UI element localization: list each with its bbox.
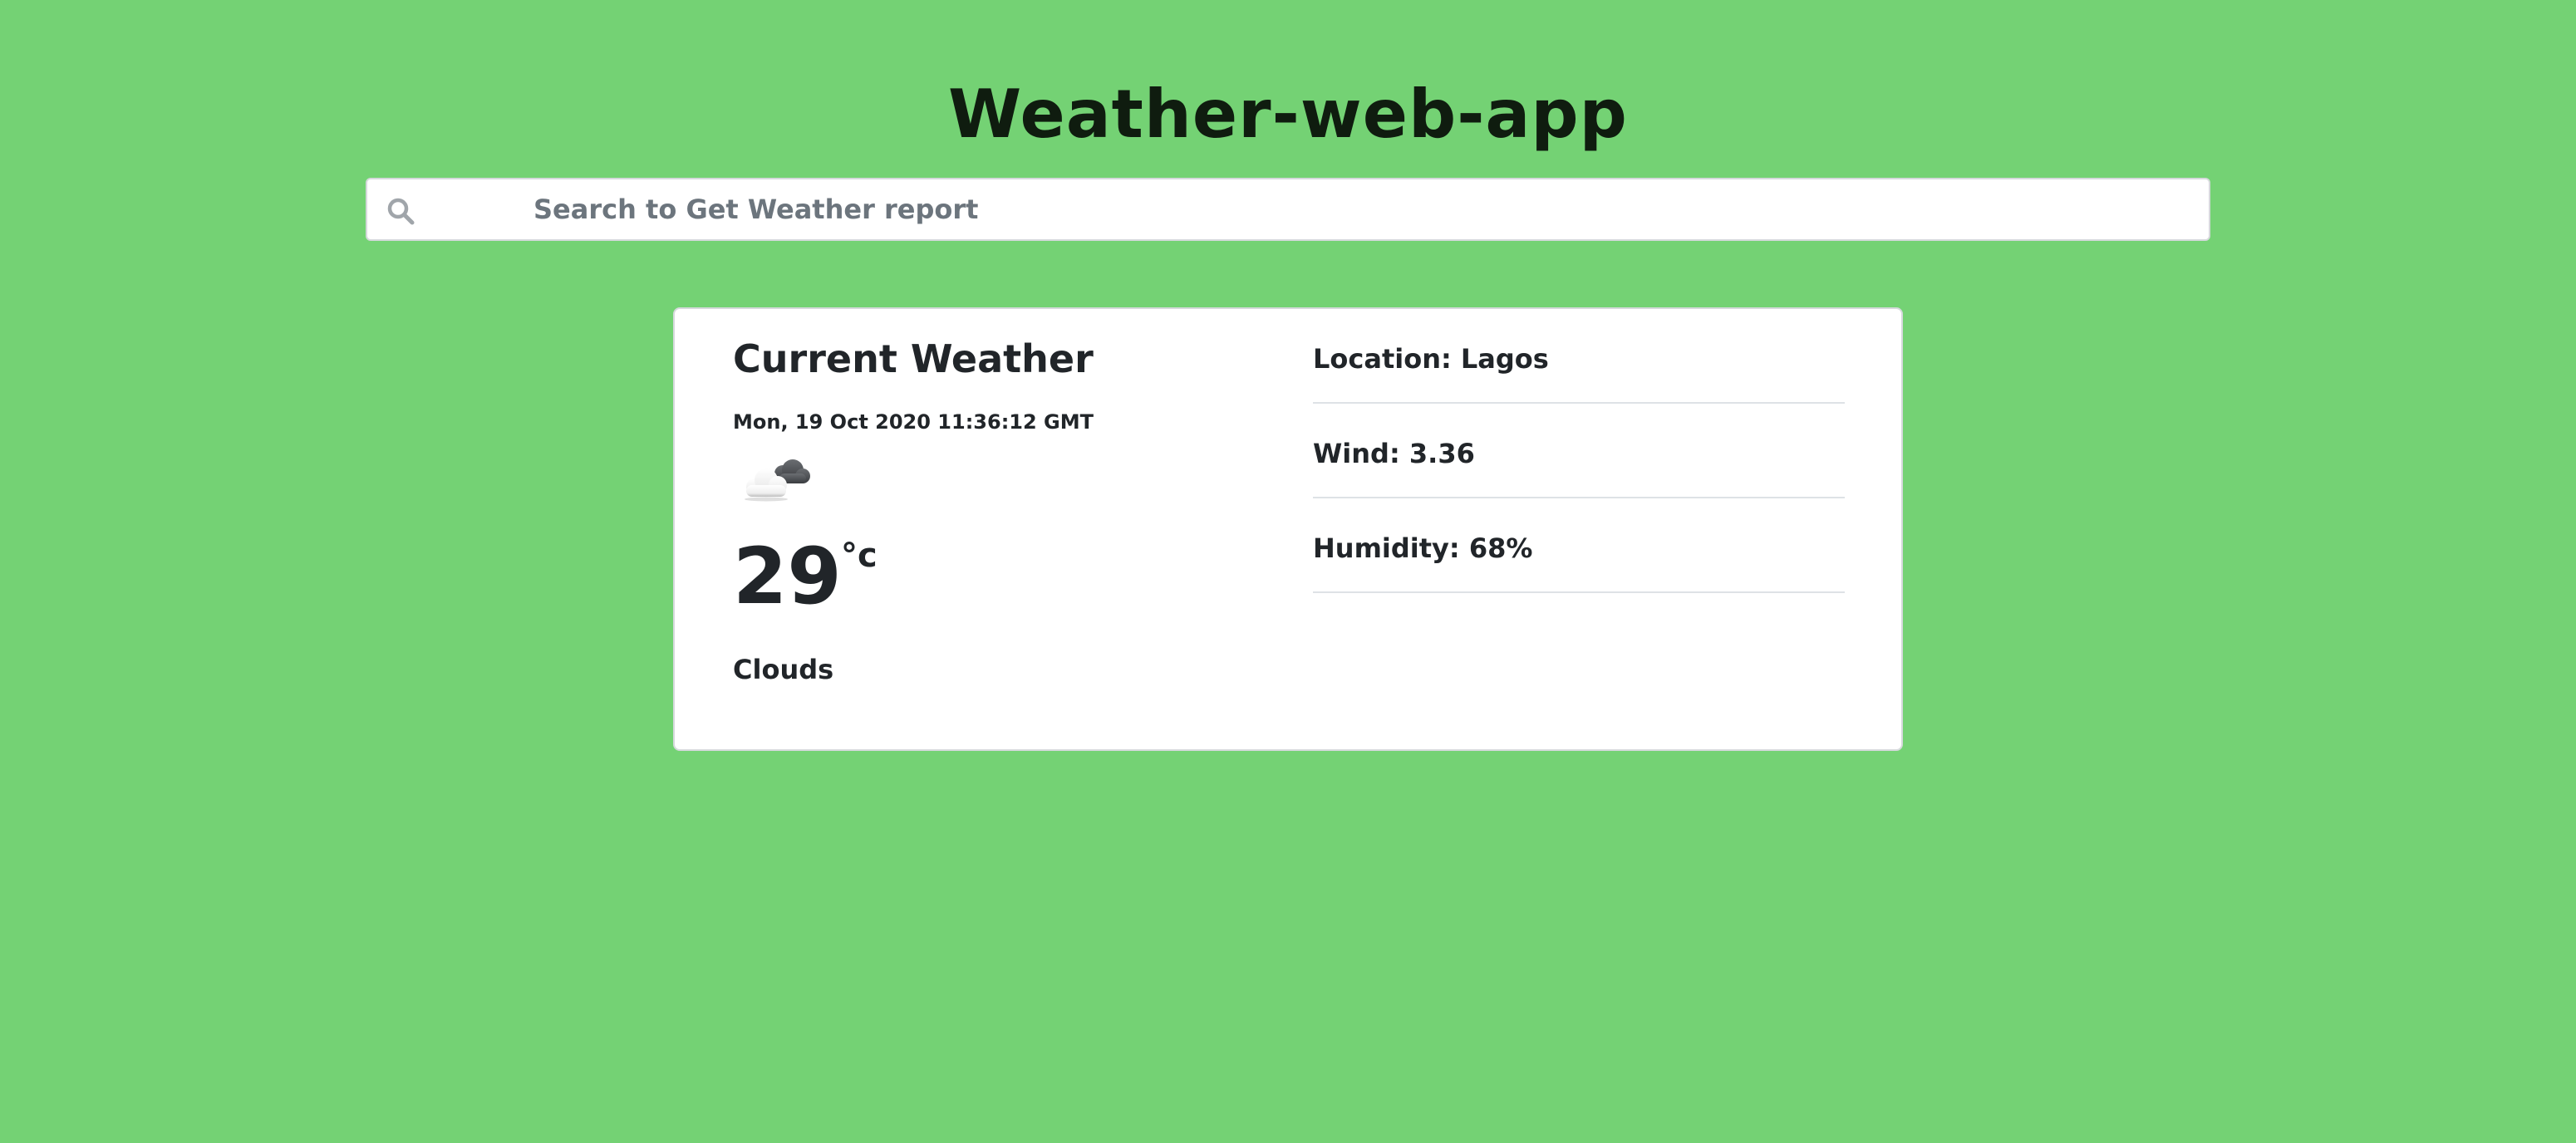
- temperature-unit: °c: [841, 537, 878, 575]
- current-weather-panel: Current Weather Mon, 19 Oct 2020 11:36:1…: [733, 309, 1248, 749]
- weather-condition: Clouds: [733, 654, 834, 685]
- humidity-text: Humidity: 68%: [1313, 532, 1533, 564]
- detail-row-humidity: Humidity: 68%: [1313, 498, 1845, 593]
- cloudy-icon: [740, 454, 811, 503]
- weather-card: Current Weather Mon, 19 Oct 2020 11:36:1…: [673, 307, 1903, 751]
- detail-row-wind: Wind: 3.36: [1313, 404, 1845, 498]
- temperature-value: 29: [733, 532, 842, 622]
- card-heading: Current Weather: [733, 336, 1094, 381]
- location-text: Location: Lagos: [1313, 343, 1549, 375]
- weather-details-list: Location: Lagos Wind: 3.36 Humidity: 68%: [1313, 309, 1845, 641]
- app-title: Weather-web-app: [948, 76, 1628, 153]
- search-bar[interactable]: [165, 178, 2210, 241]
- search-input[interactable]: [165, 179, 1818, 239]
- weather-datetime: Mon, 19 Oct 2020 11:36:12 GMT: [733, 410, 1094, 434]
- wind-text: Wind: 3.36: [1313, 438, 1475, 469]
- detail-row-location: Location: Lagos: [1313, 309, 1845, 404]
